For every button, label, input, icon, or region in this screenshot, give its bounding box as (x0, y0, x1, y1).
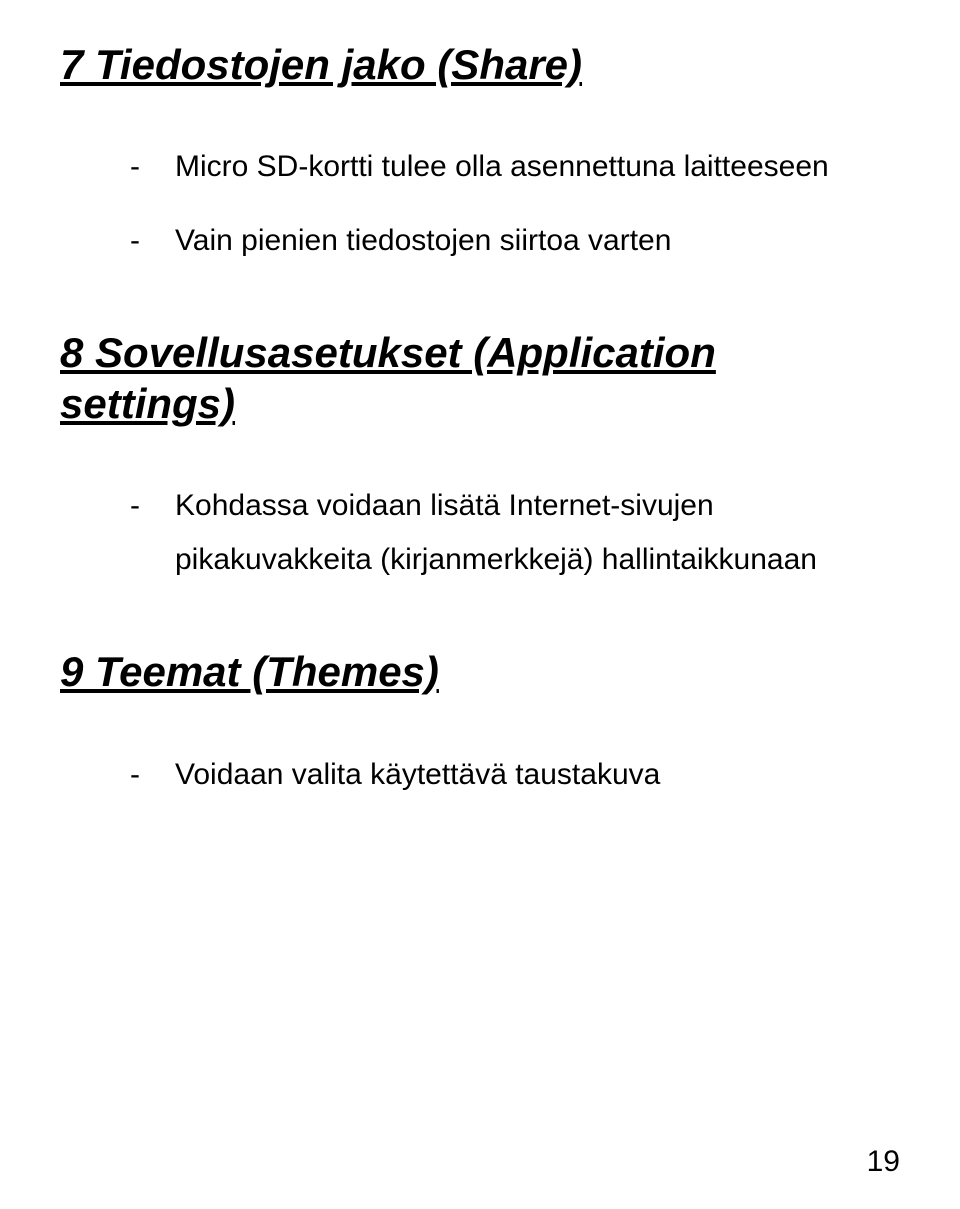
heading-9: 9 Teemat (Themes) (60, 647, 900, 697)
section-8: 8 Sovellusasetukset (Application setting… (60, 328, 900, 587)
bullet-list-9: - Voidaan valita käytettävä taustakuva (60, 748, 900, 802)
bullet-marker: - (130, 479, 140, 533)
bullet-text: Voidaan valita käytettävä taustakuva (175, 748, 660, 802)
section-9: 9 Teemat (Themes) - Voidaan valita käyte… (60, 647, 900, 801)
bullet-text: Micro SD-kortti tulee olla asennettuna l… (175, 140, 829, 194)
bullet-list-7: - Micro SD-kortti tulee olla asennettuna… (60, 140, 900, 268)
bullet-item: - Vain pienien tiedostojen siirtoa varte… (60, 214, 900, 268)
bullet-item: - Voidaan valita käytettävä taustakuva (60, 748, 900, 802)
bullet-list-8: - Kohdassa voidaan lisätä Internet-sivuj… (60, 479, 900, 587)
bullet-text: Kohdassa voidaan lisätä Internet-sivujen… (175, 479, 900, 587)
bullet-marker: - (130, 214, 140, 268)
bullet-marker: - (130, 140, 140, 194)
bullet-item: - Kohdassa voidaan lisätä Internet-sivuj… (60, 479, 900, 587)
page-number: 19 (867, 1145, 900, 1179)
bullet-marker: - (130, 748, 140, 802)
bullet-text: Vain pienien tiedostojen siirtoa varten (175, 214, 671, 268)
section-7: 7 Tiedostojen jako (Share) - Micro SD-ko… (60, 40, 900, 268)
bullet-item: - Micro SD-kortti tulee olla asennettuna… (60, 140, 900, 194)
heading-7: 7 Tiedostojen jako (Share) (60, 40, 900, 90)
heading-8: 8 Sovellusasetukset (Application setting… (60, 328, 900, 429)
